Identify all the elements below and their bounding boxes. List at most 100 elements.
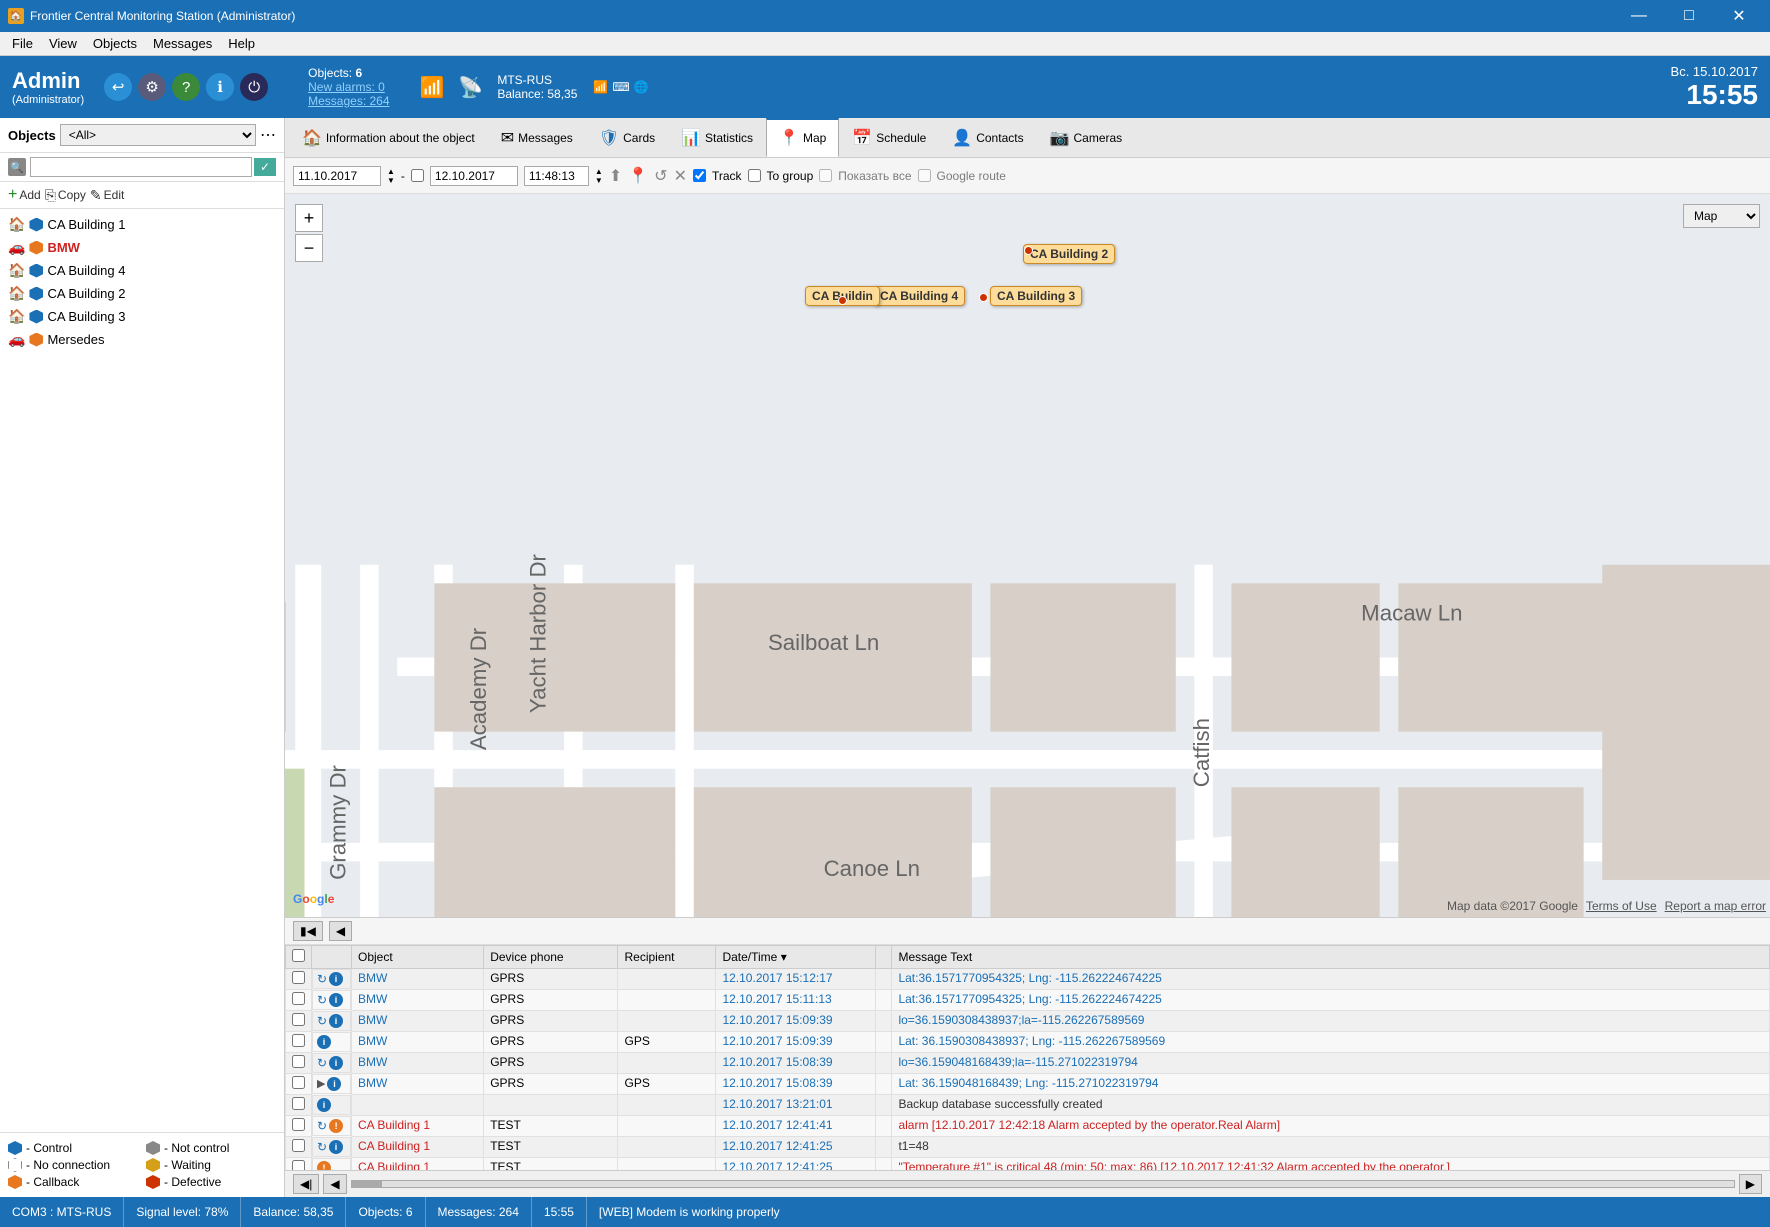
- info-icon[interactable]: i: [329, 972, 343, 986]
- time-to-spinner[interactable]: ▲ ▼: [595, 167, 603, 185]
- tab-statistics[interactable]: 📊 Statistics: [668, 118, 766, 157]
- maximize-button[interactable]: □: [1666, 0, 1712, 32]
- scroll-thumb[interactable]: [352, 1181, 382, 1187]
- tab-cards[interactable]: 🛡 Cards: [586, 118, 668, 157]
- row-checkbox-cell[interactable]: [286, 1053, 312, 1074]
- sidebar-options-button[interactable]: ⋯: [260, 125, 276, 145]
- logout-button[interactable]: ↩: [104, 73, 132, 101]
- row-checkbox[interactable]: [292, 992, 305, 1005]
- table-row[interactable]: ! CA Building 1 TEST 12.10.2017 12:41:25…: [286, 1158, 1770, 1171]
- arrow-blue-icon[interactable]: ↻: [317, 1014, 327, 1028]
- row-checkbox[interactable]: [292, 1139, 305, 1152]
- table-row[interactable]: ↻i BMW GPRS 12.10.2017 15:08:39 lo=36.15…: [286, 1053, 1770, 1074]
- row-checkbox[interactable]: [292, 1013, 305, 1026]
- refresh-icon[interactable]: ↺: [654, 166, 667, 186]
- table-row[interactable]: i BMW GPRS GPS 12.10.2017 15:09:39 Lat: …: [286, 1032, 1770, 1053]
- nav-next-button[interactable]: ▶: [1739, 1174, 1762, 1194]
- info-icon[interactable]: i: [317, 1035, 331, 1049]
- row-checkbox[interactable]: [292, 1076, 305, 1089]
- table-row[interactable]: ↻i BMW GPRS 12.10.2017 15:12:17 Lat:36.1…: [286, 969, 1770, 990]
- cursor-icon[interactable]: ⬆: [609, 166, 622, 186]
- table-row[interactable]: i 12.10.2017 13:21:01 Backup database su…: [286, 1095, 1770, 1116]
- info-icon[interactable]: i: [327, 1077, 341, 1091]
- row-checkbox-cell[interactable]: [286, 1095, 312, 1116]
- sidebar-item-bmw[interactable]: 🚗 BMW: [0, 236, 284, 259]
- warning-icon[interactable]: !: [329, 1119, 343, 1133]
- track-checkbox[interactable]: [693, 169, 706, 182]
- sidebar-item-ca-building-3[interactable]: 🏠 CA Building 3: [0, 305, 284, 328]
- alarms-link[interactable]: New alarms: 0: [308, 80, 385, 94]
- row-checkbox[interactable]: [292, 1118, 305, 1131]
- info-icon[interactable]: i: [329, 1140, 343, 1154]
- edit-button[interactable]: ✎ Edit: [90, 187, 124, 204]
- date-to-input[interactable]: [430, 166, 518, 186]
- to-group-checkbox[interactable]: [748, 169, 761, 182]
- warning-icon[interactable]: !: [317, 1161, 331, 1171]
- table-row[interactable]: ↻i BMW GPRS 12.10.2017 15:09:39 lo=36.15…: [286, 1011, 1770, 1032]
- arrow-blue-icon[interactable]: ↻: [317, 1119, 327, 1133]
- row-checkbox-cell[interactable]: [286, 1074, 312, 1095]
- help-button[interactable]: ?: [172, 73, 200, 101]
- menu-view[interactable]: View: [41, 34, 85, 53]
- pin-icon[interactable]: 📍: [628, 166, 648, 186]
- map-background[interactable]: 159 Sailboat Ln Macaw Ln Canoe Ln Shelte…: [285, 194, 1770, 917]
- tab-information[interactable]: 🏠 Information about the object: [289, 118, 488, 157]
- sidebar-item-mersedes[interactable]: 🚗 Mersedes: [0, 328, 284, 351]
- marker-ca-building-3[interactable]: CA Building 3: [990, 286, 1082, 306]
- menu-messages[interactable]: Messages: [145, 34, 220, 53]
- tab-map[interactable]: 📍 Map: [766, 118, 839, 157]
- row-checkbox-cell[interactable]: [286, 1116, 312, 1137]
- row-checkbox[interactable]: [292, 1097, 305, 1110]
- sidebar-item-ca-building-2[interactable]: 🏠 CA Building 2: [0, 282, 284, 305]
- messages-table-wrapper[interactable]: Object Device phone Recipient Date/Time …: [285, 945, 1770, 1170]
- sort-icon[interactable]: ▾: [781, 950, 787, 964]
- tab-messages[interactable]: ✉ Messages: [488, 118, 586, 157]
- row-checkbox-cell[interactable]: [286, 1158, 312, 1171]
- row-checkbox-cell[interactable]: [286, 969, 312, 990]
- table-nav-first[interactable]: ▮◀: [293, 921, 323, 941]
- row-checkbox-cell[interactable]: [286, 1137, 312, 1158]
- tab-cameras[interactable]: 📷 Cameras: [1037, 118, 1136, 157]
- arrow-blue-icon[interactable]: ↻: [317, 1140, 327, 1154]
- expand-icon[interactable]: ▶: [317, 1077, 325, 1090]
- nav-prev-button[interactable]: ◀: [323, 1174, 346, 1194]
- date-from-spinner[interactable]: ▲ ▼: [387, 167, 395, 185]
- power-button[interactable]: ⏻: [240, 73, 268, 101]
- sidebar-item-ca-building-4[interactable]: 🏠 CA Building 4: [0, 259, 284, 282]
- search-input[interactable]: [30, 157, 252, 177]
- row-checkbox-cell[interactable]: [286, 1011, 312, 1032]
- row-checkbox[interactable]: [292, 1034, 305, 1047]
- date-checkbox[interactable]: [411, 169, 424, 182]
- menu-objects[interactable]: Objects: [85, 34, 145, 53]
- add-button[interactable]: + Add: [8, 186, 41, 204]
- table-row[interactable]: ↻! CA Building 1 TEST 12.10.2017 12:41:4…: [286, 1116, 1770, 1137]
- tab-schedule[interactable]: 📅 Schedule: [839, 118, 939, 157]
- info-button[interactable]: ℹ: [206, 73, 234, 101]
- row-checkbox-cell[interactable]: [286, 990, 312, 1011]
- arrow-blue-icon[interactable]: ↻: [317, 993, 327, 1007]
- arrow-blue-icon[interactable]: ↻: [317, 1056, 327, 1070]
- row-checkbox[interactable]: [292, 1055, 305, 1068]
- menu-help[interactable]: Help: [220, 34, 263, 53]
- settings-button[interactable]: ⚙: [138, 73, 166, 101]
- marker-ca-building-2[interactable]: CA Building 2: [1023, 244, 1115, 264]
- scroll-track[interactable]: [351, 1180, 1735, 1188]
- sidebar-item-ca-building-1[interactable]: 🏠 CA Building 1: [0, 213, 284, 236]
- zoom-in-button[interactable]: +: [295, 204, 323, 232]
- close-button[interactable]: ✕: [1716, 0, 1762, 32]
- sidebar-filter[interactable]: <All>: [60, 124, 256, 146]
- select-all-checkbox[interactable]: [292, 949, 305, 962]
- table-row[interactable]: ▶i BMW GPRS GPS 12.10.2017 15:08:39 Lat:…: [286, 1074, 1770, 1095]
- time-to-input[interactable]: [524, 166, 589, 186]
- messages-link[interactable]: Messages: 264: [308, 94, 389, 108]
- table-row[interactable]: ↻i BMW GPRS 12.10.2017 15:11:13 Lat:36.1…: [286, 990, 1770, 1011]
- table-row[interactable]: ↻i CA Building 1 TEST 12.10.2017 12:41:2…: [286, 1137, 1770, 1158]
- info-icon[interactable]: i: [329, 1056, 343, 1070]
- menu-file[interactable]: File: [4, 34, 41, 53]
- nav-first-button[interactable]: ◀|: [293, 1174, 319, 1194]
- google-route-checkbox[interactable]: [918, 169, 931, 182]
- date-from-input[interactable]: [293, 166, 381, 186]
- map-area[interactable]: 159 Sailboat Ln Macaw Ln Canoe Ln Shelte…: [285, 194, 1770, 917]
- report-error-link[interactable]: Report a map error: [1665, 899, 1766, 913]
- tab-contacts[interactable]: 👤 Contacts: [939, 118, 1036, 157]
